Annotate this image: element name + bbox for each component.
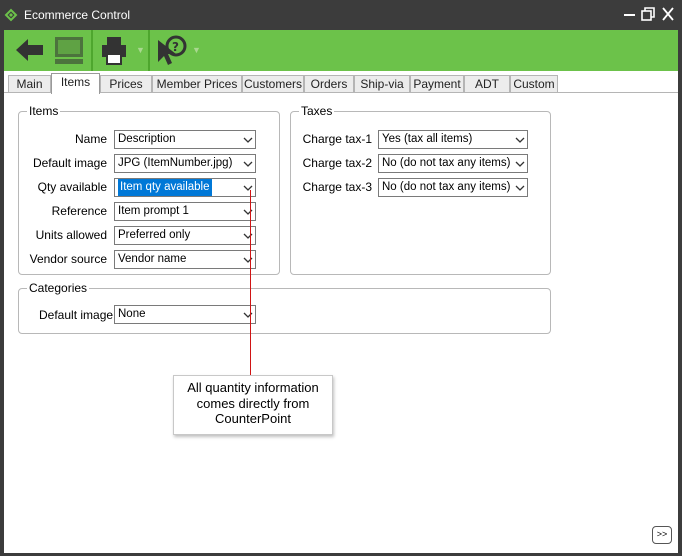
qty-available-label: Qty available [37, 180, 107, 194]
window-title: Ecommerce Control [24, 8, 131, 22]
tab-main[interactable]: Main [8, 75, 51, 93]
toolbar: ▼ ? ▼ [4, 30, 678, 71]
tab-adt[interactable]: ADT [464, 75, 510, 93]
print-dropdown-caret-icon[interactable]: ▼ [136, 45, 145, 55]
vendor-source-select[interactable]: Vendor name [114, 250, 256, 269]
chevron-down-icon [243, 233, 253, 239]
charge-tax-1-select[interactable]: Yes (tax all items) [378, 130, 528, 149]
chevron-down-icon [515, 137, 525, 143]
print-icon[interactable] [98, 34, 132, 67]
chevron-down-icon [243, 257, 253, 263]
app-logo-icon [4, 8, 18, 22]
content-area: Main Items Prices Member Prices Customer… [4, 71, 678, 553]
categories-group: Categories Default image None [18, 281, 551, 334]
restore-icon[interactable] [640, 6, 656, 22]
chevron-down-icon [243, 161, 253, 167]
taxes-group-title: Taxes [299, 104, 335, 118]
chevron-down-icon [243, 209, 253, 215]
default-image-select[interactable]: JPG (ItemNumber.jpg) [114, 154, 256, 173]
units-allowed-select[interactable]: Preferred only [114, 226, 256, 245]
close-icon[interactable] [660, 6, 676, 22]
toolbar-separator [91, 30, 93, 71]
charge-tax-2-select[interactable]: No (do not tax any items) [378, 154, 528, 173]
chevron-down-icon [243, 185, 253, 191]
category-default-image-label: Default image [39, 308, 114, 322]
help-dropdown-caret-icon[interactable]: ▼ [192, 45, 201, 55]
tab-member-prices[interactable]: Member Prices [152, 75, 242, 93]
category-default-image-select[interactable]: None [114, 305, 256, 324]
tab-orders[interactable]: Orders [304, 75, 354, 93]
categories-group-title: Categories [27, 281, 90, 295]
more-options-button[interactable]: >> [652, 526, 672, 544]
toolbar-separator [148, 30, 150, 71]
charge-tax-2-label: Charge tax-2 [302, 156, 372, 170]
chevron-down-icon [243, 312, 253, 318]
minimize-icon[interactable] [622, 6, 638, 22]
tab-ship-via[interactable]: Ship-via [354, 75, 410, 93]
save-icon[interactable] [52, 34, 86, 67]
name-label: Name [74, 132, 107, 146]
callout-pointer-line [250, 190, 251, 376]
charge-tax-3-label: Charge tax-3 [302, 180, 372, 194]
tab-payment[interactable]: Payment [410, 75, 464, 93]
tab-prices[interactable]: Prices [100, 75, 152, 93]
vendor-source-label: Vendor source [29, 252, 107, 266]
title-bar: Ecommerce Control [0, 0, 682, 30]
items-group: Items Name Description Default image JPG… [18, 104, 280, 275]
chevron-down-icon [515, 185, 525, 191]
chevron-down-icon [243, 137, 253, 143]
callout-note: All quantity information comes directly … [173, 375, 333, 435]
tab-items[interactable]: Items [51, 73, 100, 94]
help-pointer-icon[interactable]: ? [154, 34, 188, 67]
charge-tax-1-label: Charge tax-1 [302, 132, 372, 146]
name-select[interactable]: Description [114, 130, 256, 149]
ecommerce-control-window: Ecommerce Control ▼ ? ▼ Main Items Price… [0, 0, 682, 556]
default-image-label: Default image [32, 156, 107, 170]
qty-available-select[interactable]: Item qty available [114, 178, 256, 197]
reference-label: Reference [51, 204, 107, 218]
items-group-title: Items [27, 104, 61, 118]
charge-tax-3-select[interactable]: No (do not tax any items) [378, 178, 528, 197]
taxes-group: Taxes Charge tax-1 Yes (tax all items) C… [290, 104, 551, 275]
tab-customers[interactable]: Customers [242, 75, 304, 93]
units-allowed-label: Units allowed [35, 228, 107, 242]
svg-text:?: ? [172, 40, 179, 54]
back-arrow-icon[interactable] [12, 34, 46, 67]
tab-custom[interactable]: Custom [510, 75, 558, 93]
chevron-down-icon [515, 161, 525, 167]
reference-select[interactable]: Item prompt 1 [114, 202, 256, 221]
tab-divider [4, 92, 678, 93]
